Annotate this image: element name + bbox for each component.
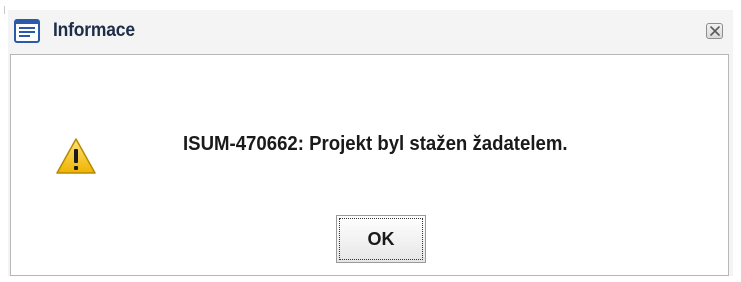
warning-icon [55,137,97,175]
ok-button-label: OK [367,229,395,249]
window-edge-mark [4,6,5,14]
dialog-title: Informace [53,20,135,41]
close-button[interactable] [706,23,723,39]
close-icon [710,26,720,36]
dialog-content: ISUM-470662: Projekt byl stažen žadatele… [10,54,729,276]
document-lines-icon [14,19,40,43]
dialog-titlebar[interactable]: Informace [8,10,733,52]
message-text: ISUM-470662: Projekt byl stažen žadatele… [183,133,568,155]
ok-button[interactable]: OK [336,215,426,263]
info-dialog: Informace ISUM-470662: Projekt byl staže… [8,10,733,276]
